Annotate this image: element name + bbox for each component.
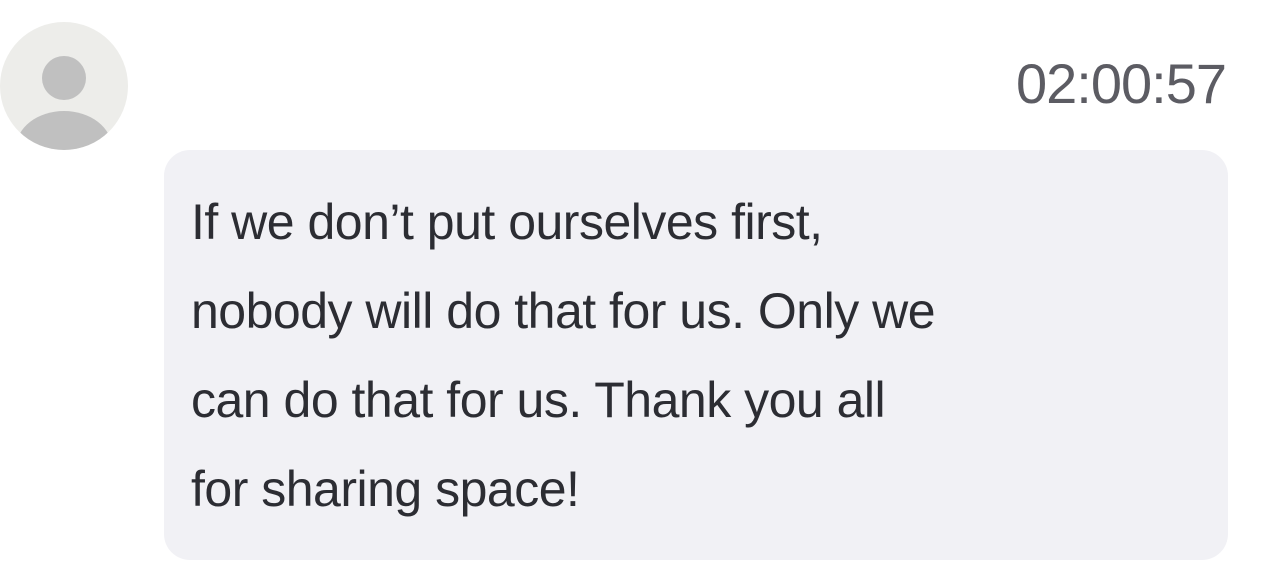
- chat-message: 02:00:57 If we don’t put ourselves first…: [0, 0, 1280, 588]
- message-text: If we don’t put ourselves first, nobody …: [191, 194, 936, 517]
- user-placeholder-icon: [16, 56, 112, 150]
- message-bubble: If we don’t put ourselves first, nobody …: [164, 150, 1228, 560]
- message-timestamp: 02:00:57: [1016, 52, 1227, 115]
- avatar[interactable]: [0, 22, 128, 150]
